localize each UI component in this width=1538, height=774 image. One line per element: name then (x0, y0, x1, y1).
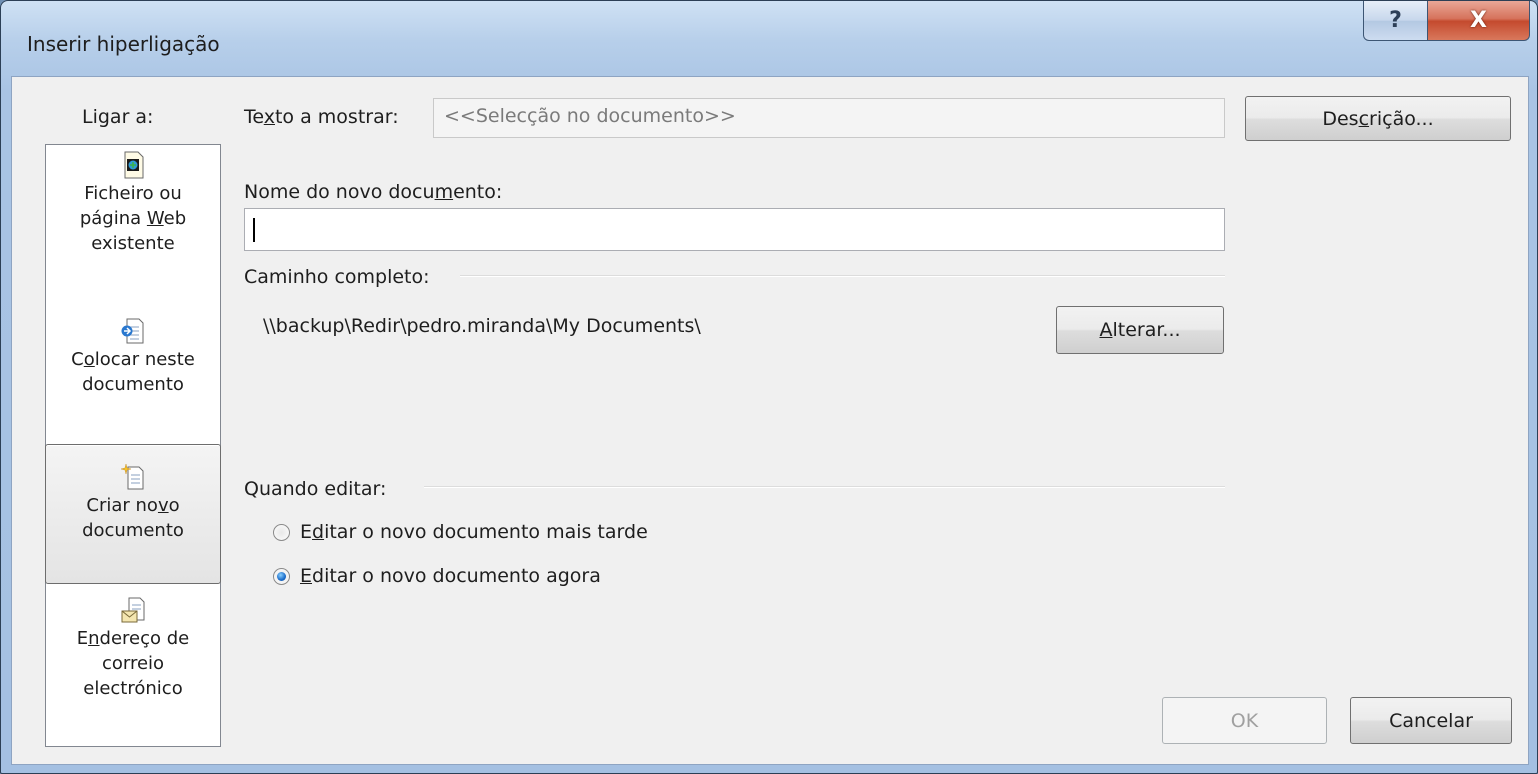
display-text-value: <<Selecção no documento>> (444, 105, 736, 127)
radio-now[interactable] (273, 567, 290, 585)
edit-now-radio[interactable]: Editar o novo documento agora (273, 565, 601, 587)
existing-file-icon (120, 151, 146, 179)
edit-later-radio[interactable]: Editar o novo documento mais tarde (273, 521, 648, 543)
sidebar-item-label: Endereço de (76, 628, 190, 649)
new-document-name-input[interactable] (244, 208, 1225, 251)
close-icon: X (1470, 8, 1487, 33)
sidebar-item-place-in-document[interactable]: Colocar neste documento (46, 317, 220, 439)
full-path-label: Caminho completo: (244, 266, 430, 288)
sidebar-item-existing-file[interactable]: Ficheiro ou página Web existente (46, 151, 220, 296)
help-button[interactable]: ? (1363, 1, 1428, 41)
description-button[interactable]: Descrição... (1245, 96, 1511, 141)
help-icon: ? (1389, 8, 1402, 33)
sidebar-item-label: correio (101, 653, 165, 674)
place-in-document-icon (120, 317, 146, 345)
link-to-sidebar: Ficheiro ou página Web existente Colocar… (45, 144, 221, 747)
description-button-label: Descrição... (1322, 107, 1434, 130)
sidebar-item-label: documento (82, 520, 184, 541)
display-text-input[interactable]: <<Selecção no documento>> (433, 98, 1225, 138)
new-document-icon (120, 463, 146, 491)
change-button[interactable]: Alterar... (1056, 306, 1224, 354)
full-path-separator (460, 275, 1225, 277)
sidebar-item-email-address[interactable]: Endereço de correio electrónico (46, 596, 220, 736)
sidebar-item-label: existente (91, 233, 175, 254)
sidebar-item-label: Criar novo (86, 495, 180, 516)
new-document-name-label: Nome do novo documento: (244, 181, 503, 203)
ok-button-label: OK (1230, 709, 1259, 732)
insert-hyperlink-dialog: Inserir hiperligação ? X Ligar a: Fichei… (0, 0, 1538, 774)
sidebar-item-label: documento (82, 374, 184, 395)
email-address-icon (120, 596, 146, 624)
text-caret (253, 218, 255, 242)
sidebar-item-label: Ficheiro ou (84, 183, 182, 204)
when-edit-separator (424, 486, 1225, 488)
cancel-button-label: Cancelar (1389, 709, 1473, 732)
link-to-heading: Ligar a: (82, 106, 154, 128)
sidebar-item-label: Colocar neste (71, 349, 195, 370)
window-title: Inserir hiperligação (27, 32, 220, 56)
sidebar-item-label: página Web (79, 208, 187, 229)
full-path-value: \\backup\Redir\pedro.miranda\My Document… (263, 315, 701, 337)
cancel-button[interactable]: Cancelar (1350, 697, 1512, 744)
ok-button[interactable]: OK (1162, 697, 1327, 744)
edit-now-label: Editar o novo documento agora (300, 565, 601, 587)
when-edit-label: Quando editar: (244, 478, 387, 500)
display-text-label: Texto a mostrar: (244, 106, 399, 128)
sidebar-item-label: electrónico (83, 678, 183, 699)
change-button-label: Alterar... (1099, 319, 1181, 341)
radio-later[interactable] (273, 523, 290, 541)
edit-later-label: Editar o novo documento mais tarde (300, 521, 648, 543)
sidebar-item-new-document[interactable]: Criar novo documento (45, 444, 221, 584)
dialog-body: Ligar a: Ficheiro ou página Web existent… (11, 76, 1529, 765)
close-button[interactable]: X (1427, 1, 1530, 41)
